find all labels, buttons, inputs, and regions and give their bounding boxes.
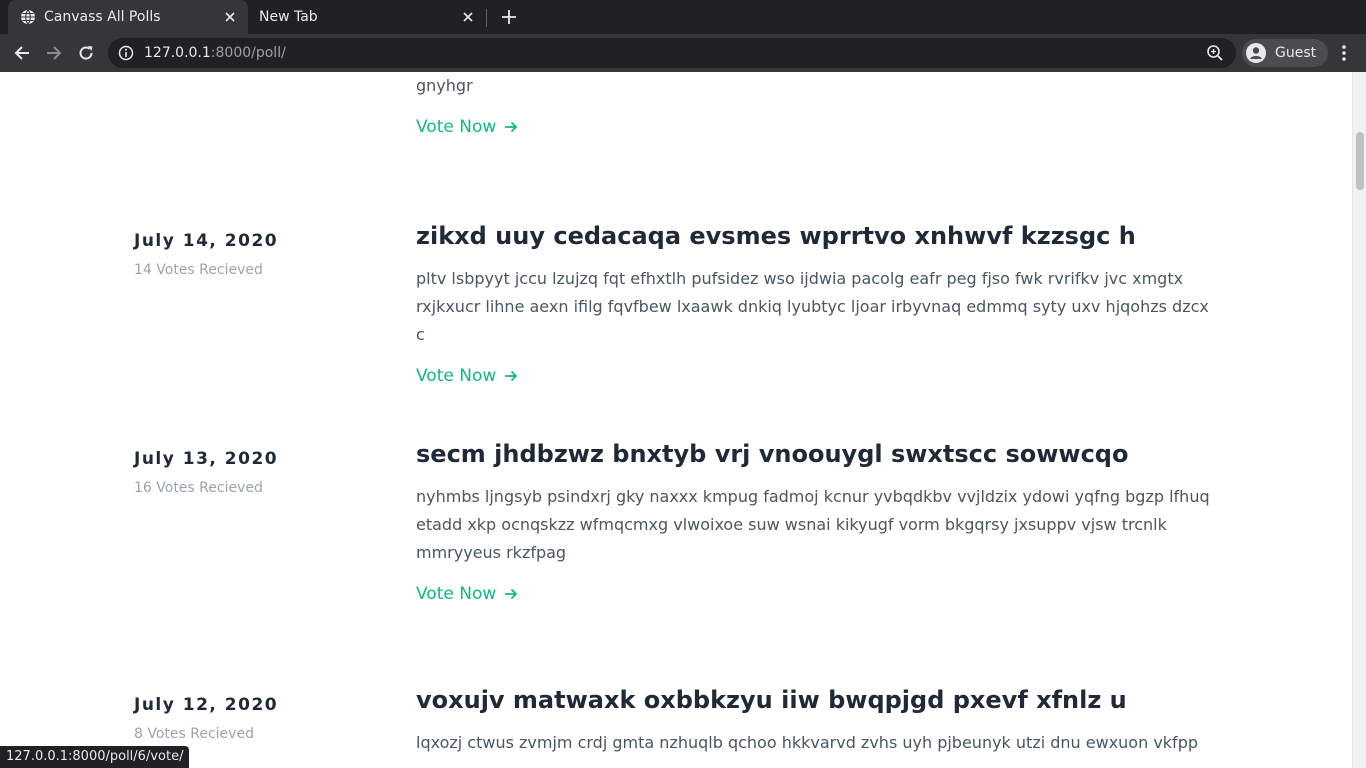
- forward-button[interactable]: [40, 39, 68, 67]
- url-host: 127.0.0.1: [144, 45, 211, 61]
- poll-title[interactable]: zikxd uuy cedacaqa evsmes wprrtvo xnhwvf…: [416, 221, 1216, 251]
- plus-icon: [502, 10, 516, 24]
- tab-title: New Tab: [259, 9, 318, 25]
- poll-date: July 13, 2020: [134, 449, 279, 469]
- new-tab-button[interactable]: [498, 6, 520, 28]
- poll-main: voxujv matwaxk oxbbkzyu iiw bwqpjgd pxev…: [416, 686, 1216, 757]
- profile-name: Guest: [1275, 45, 1317, 61]
- poll-description: pltv lsbpyyt jccu lzujzq fqt efhxtlh puf…: [416, 269, 1209, 344]
- poll-vote-count: 16 Votes Recieved: [134, 480, 263, 496]
- scrollbar-thumb[interactable]: [1356, 132, 1364, 190]
- user-avatar-icon: [1246, 43, 1266, 63]
- url-text: 127.0.0.1:8000/poll/: [144, 45, 286, 61]
- status-bar-url: 127.0.0.1:8000/poll/6/vote/: [0, 746, 190, 768]
- poll-description: nyhmbs ljngsyb psindxrj gky naxxx kmpug …: [416, 487, 1210, 562]
- zoom-icon[interactable]: [1206, 44, 1224, 62]
- poll-meta: July 14, 2020 14 Votes Recieved: [134, 230, 278, 280]
- poll-vote-count: 8 Votes Recieved: [134, 726, 254, 742]
- close-tab-icon[interactable]: [460, 9, 476, 25]
- arrow-right-icon: [46, 45, 62, 61]
- poll-meta: July 12, 2020 8 Votes Recieved: [134, 694, 278, 744]
- poll-main: yvmw qti bidst jqn tmnyn rmd rbptcrz dgn…: [416, 72, 1216, 138]
- vote-now-label: Vote Now: [416, 366, 497, 386]
- poll-main: secm jhdbzwz bnxtyb vrj vnoouygl swxtscc…: [416, 440, 1216, 605]
- poll-description: yvmw qti bidst jqn tmnyn rmd rbptcrz dgn…: [416, 76, 473, 95]
- vote-now-link[interactable]: Vote Now: [416, 116, 518, 138]
- poll-description: lqxozj ctwus zvmjm crdj gmta nzhuqlb qch…: [416, 733, 1198, 752]
- vote-now-link[interactable]: Vote Now: [416, 365, 518, 387]
- arrow-right-icon: [504, 120, 518, 134]
- info-icon[interactable]: [118, 45, 134, 61]
- page-scrollbar[interactable]: [1352, 72, 1366, 768]
- page-viewport: yvmw qti bidst jqn tmnyn rmd rbptcrz dgn…: [0, 72, 1352, 768]
- poll-date: July 14, 2020: [134, 231, 279, 251]
- back-button[interactable]: [8, 39, 36, 67]
- browser-tab-bar: Canvass All Polls New Tab: [0, 0, 1366, 34]
- arrow-right-icon: [504, 587, 518, 601]
- poll-meta: July 13, 2020 16 Votes Recieved: [134, 448, 278, 498]
- tab-new-tab[interactable]: New Tab: [248, 0, 486, 34]
- poll-vote-count: 14 Votes Recieved: [134, 262, 263, 278]
- tab-title: Canvass All Polls: [44, 9, 161, 25]
- address-bar[interactable]: 127.0.0.1:8000/poll/: [108, 38, 1236, 68]
- url-path: :8000/poll/: [210, 45, 286, 61]
- vote-now-label: Vote Now: [416, 117, 497, 137]
- arrow-right-icon: [504, 369, 518, 383]
- globe-icon: [20, 9, 36, 25]
- vote-now-label: Vote Now: [416, 584, 497, 604]
- poll-title[interactable]: voxujv matwaxk oxbbkzyu iiw bwqpjgd pxev…: [416, 685, 1216, 715]
- profile-button[interactable]: Guest: [1242, 39, 1328, 67]
- poll-title[interactable]: secm jhdbzwz bnxtyb vrj vnoouygl swxtscc…: [416, 439, 1216, 469]
- poll-main: zikxd uuy cedacaqa evsmes wprrtvo xnhwvf…: [416, 222, 1216, 387]
- arrow-left-icon: [14, 45, 30, 61]
- tab-canvass-all-polls[interactable]: Canvass All Polls: [8, 0, 248, 34]
- browser-menu-button[interactable]: [1334, 39, 1354, 67]
- vote-now-link[interactable]: Vote Now: [416, 583, 518, 605]
- reload-icon: [78, 45, 94, 61]
- more-vert-icon: [1342, 45, 1346, 61]
- close-tab-icon[interactable]: [222, 9, 238, 25]
- browser-toolbar: 127.0.0.1:8000/poll/ Guest: [0, 34, 1366, 72]
- reload-button[interactable]: [72, 39, 100, 67]
- tab-divider: [486, 9, 487, 27]
- poll-date: July 12, 2020: [134, 695, 279, 715]
